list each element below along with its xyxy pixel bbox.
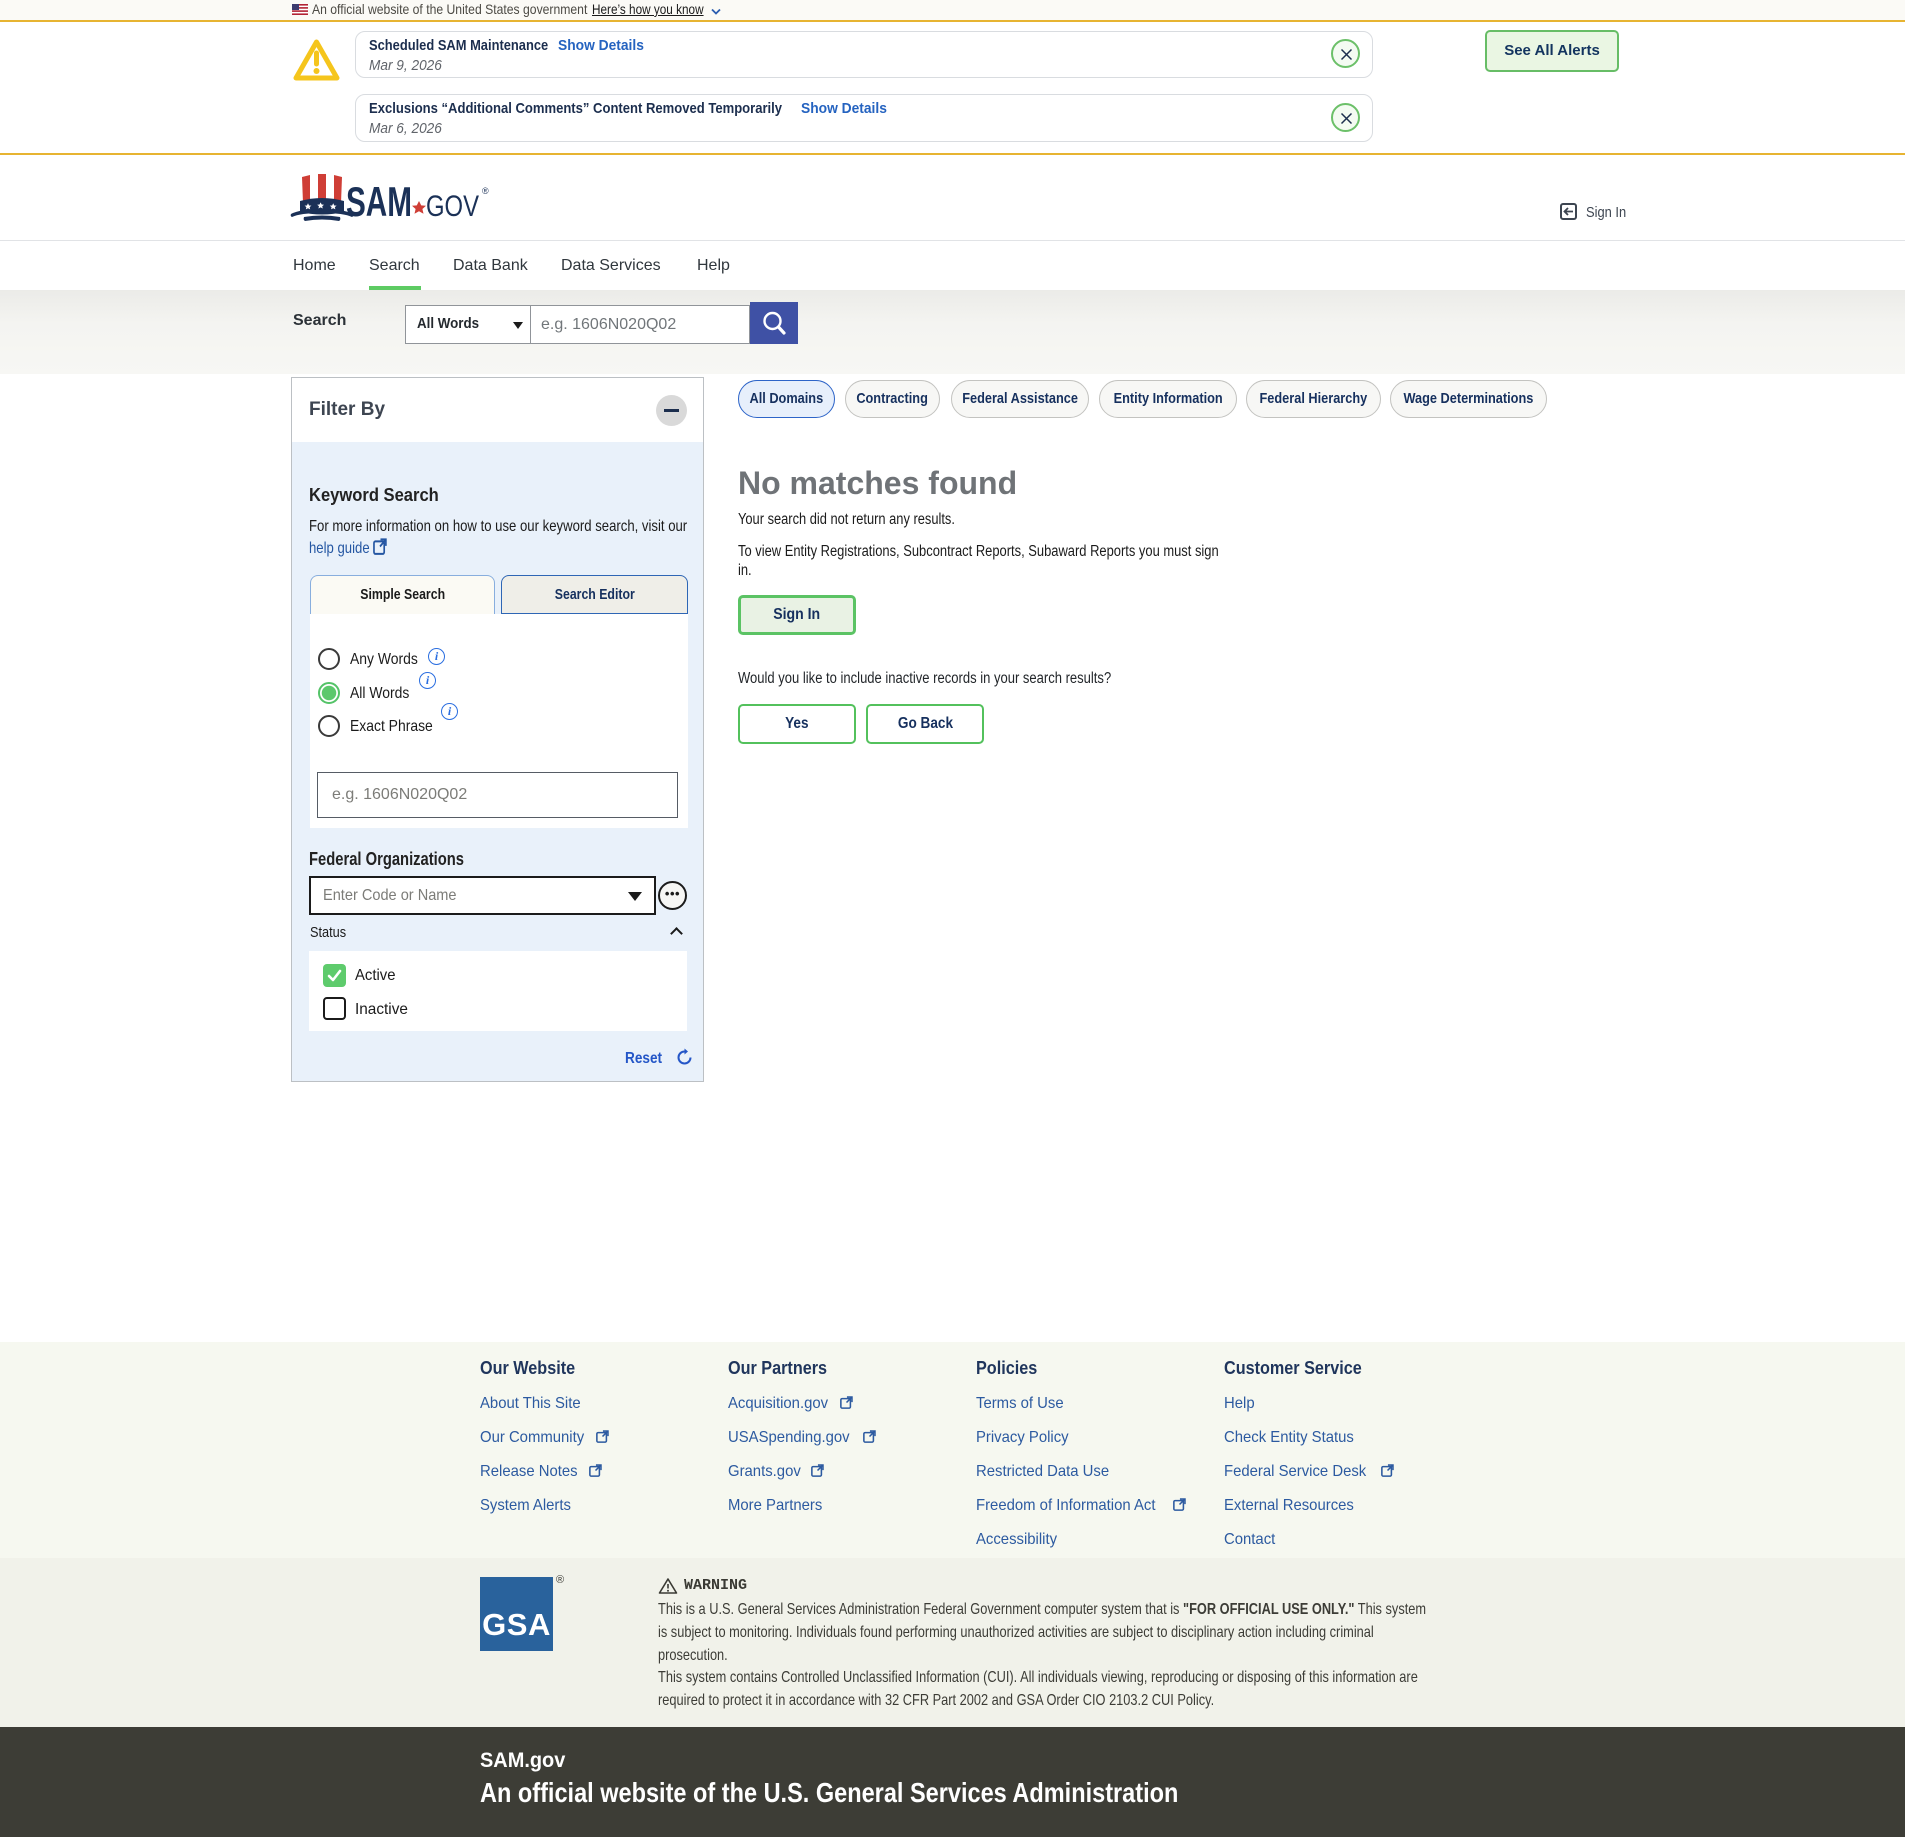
svg-text:®: ® xyxy=(482,186,489,196)
svg-text:SAM: SAM xyxy=(346,178,412,225)
svg-text:GOV: GOV xyxy=(426,190,479,223)
